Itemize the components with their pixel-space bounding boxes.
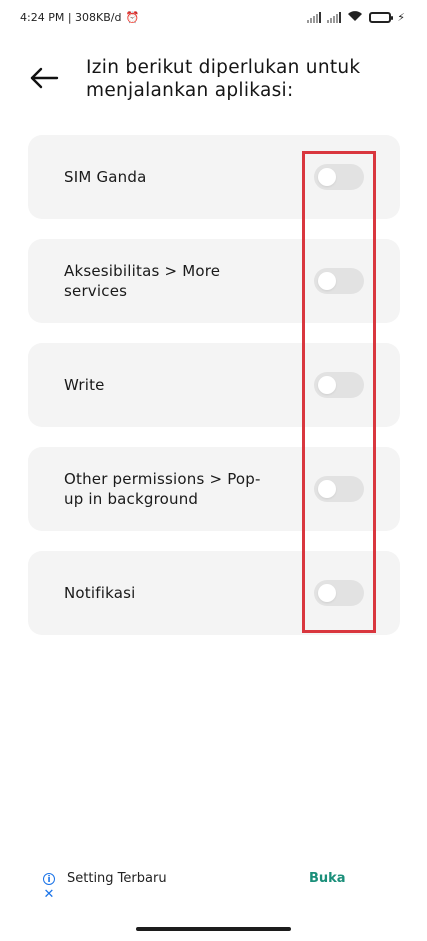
alarm-icon: ⏰ <box>125 10 140 24</box>
ad-banner[interactable]: i ✕ Setting Terbaru Buka <box>0 862 427 910</box>
permission-label: Aksesibilitas > More services <box>64 262 221 300</box>
wifi-icon <box>347 10 363 25</box>
permission-item-sim-ganda: SIM Ganda <box>28 135 400 219</box>
back-button[interactable] <box>28 64 60 92</box>
home-gesture-bar[interactable] <box>136 927 291 931</box>
info-icon[interactable]: i <box>43 873 55 885</box>
permission-label: Other permissions > Pop-up in background <box>64 470 261 508</box>
status-right: ⚡ <box>307 10 405 25</box>
status-bar: 4:24 PM | 308KB/d ⏰ ⚡ <box>0 0 427 34</box>
toggle-knob <box>318 376 336 394</box>
toggle-knob <box>318 168 336 186</box>
status-time-speed: 4:24 PM | 308KB/d <box>20 10 122 24</box>
back-arrow-icon <box>30 67 59 89</box>
permission-label: Write <box>64 376 105 394</box>
toggle-knob <box>318 480 336 498</box>
permission-toggle-sim-ganda[interactable] <box>314 164 364 190</box>
permission-toggle-accessibility[interactable] <box>314 268 364 294</box>
page-title: Izin berikut diperlukan untuk menjalanka… <box>86 57 361 101</box>
close-icon[interactable]: ✕ <box>43 888 55 901</box>
status-left: 4:24 PM | 308KB/d ⏰ <box>20 11 139 24</box>
toggle-knob <box>318 272 336 290</box>
permission-toggle-write[interactable] <box>314 372 364 398</box>
signal-icon-sim2 <box>327 11 342 23</box>
permission-label: SIM Ganda <box>64 168 147 186</box>
permission-list: SIM Ganda Aksesibilitas > More services … <box>28 135 400 655</box>
signal-icon-sim1 <box>307 11 322 23</box>
permission-item-popup-background: Other permissions > Pop-up in background <box>28 447 400 531</box>
ad-title[interactable]: Setting Terbaru <box>67 871 167 886</box>
permission-label: Notifikasi <box>64 584 136 602</box>
permission-item-notifikasi: Notifikasi <box>28 551 400 635</box>
permission-item-accessibility: Aksesibilitas > More services <box>28 239 400 323</box>
ad-open-button[interactable]: Buka <box>309 871 346 886</box>
charging-icon: ⚡ <box>397 10 405 24</box>
permission-toggle-notifikasi[interactable] <box>314 580 364 606</box>
battery-icon <box>369 11 394 23</box>
header: Izin berikut diperlukan untuk menjalanka… <box>0 54 427 114</box>
toggle-knob <box>318 584 336 602</box>
permission-item-write: Write <box>28 343 400 427</box>
permission-toggle-popup-background[interactable] <box>314 476 364 502</box>
